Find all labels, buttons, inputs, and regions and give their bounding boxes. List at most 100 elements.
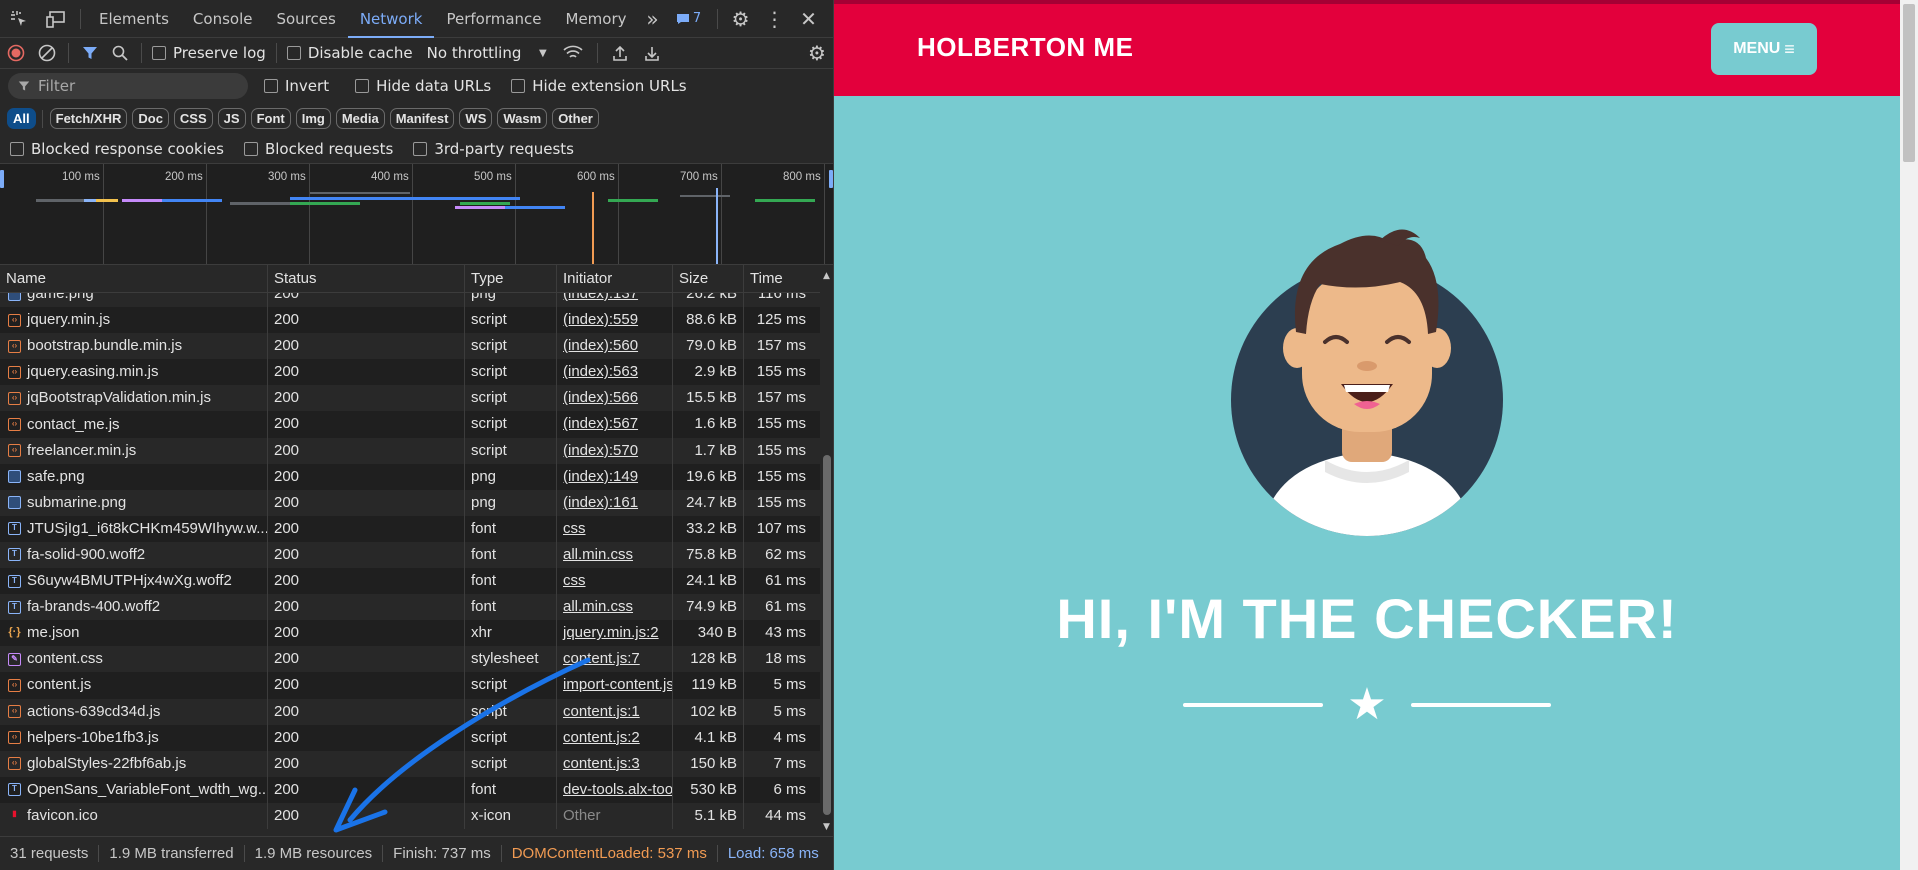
table-row[interactable]: ▮ favicon.ico 200 x-icon Other 5.1 kB 44 ms [0, 802, 820, 829]
table-row[interactable]: safe.png 200 png (index):149 19.6 kB 155 ms [0, 463, 820, 490]
request-name-cell[interactable]: T S6uyw4BMUTPHjx4wXg.woff2 [0, 568, 268, 595]
request-initiator[interactable]: all.min.css [557, 594, 673, 621]
third-party-checkbox[interactable] [413, 141, 428, 156]
request-name-cell[interactable]: ‹› actions-639cd34d.js [0, 698, 268, 725]
blocked-cookies-checkbox[interactable] [10, 141, 24, 156]
request-name-cell[interactable]: ‹› globalStyles-22fbf6ab.js [0, 750, 268, 777]
page-scrollbar[interactable] [1900, 0, 1918, 870]
blocked-requests-checkbox[interactable] [243, 141, 258, 156]
table-row[interactable]: T JTUSjIg1_i6t8kCHKm459WIhyw.w... 200 font c… [0, 515, 820, 542]
clear-icon[interactable] [32, 38, 62, 68]
filter-input[interactable]: Filter [8, 73, 248, 99]
table-row[interactable]: Tfa-solid-900.woff2 200 font all.min.css 75.… [0, 541, 820, 569]
table-row[interactable]: ‹› jquery.easing.min.js 200 script (index):5… [0, 359, 820, 386]
device-toolbar-icon[interactable] [38, 0, 74, 38]
table-row[interactable]: ‹› jquery.min.js 200 script (index):559 88.6 … [0, 307, 820, 334]
inspect-element-icon[interactable] [0, 0, 38, 38]
request-initiator[interactable]: css [557, 568, 673, 595]
type-filter-js[interactable]: JS [217, 108, 246, 129]
request-name-cell[interactable]: ‹› jqBootstrapValidation.min.js [0, 385, 268, 412]
type-filter-fetch-xhr[interactable]: Fetch/XHR [49, 108, 128, 129]
tab-network[interactable]: Network [347, 0, 435, 38]
request-name-cell[interactable]: ‹› bootstrap.bundle.min.js [0, 333, 268, 360]
request-name-cell[interactable]: ‹› content.js [0, 672, 268, 699]
column-header-type[interactable]: Type [465, 265, 557, 292]
column-header-size[interactable]: Size [673, 265, 744, 292]
request-name-cell[interactable]: ‹› contact_me.js [0, 411, 268, 438]
table-row[interactable]: T OpenSans_VariableFont_wdth_wg... 200 font… [0, 776, 820, 803]
settings-gear-icon[interactable]: ⚙ [724, 0, 758, 38]
type-filter-ws[interactable]: WS [459, 108, 493, 129]
request-name-cell[interactable]: ‹› helpers-10be1fb3.js [0, 724, 268, 751]
disable-cache-checkbox[interactable] [286, 46, 301, 60]
invert-checkbox[interactable] [264, 79, 278, 93]
request-name-cell[interactable]: ‹› jquery.min.js [0, 307, 268, 334]
network-settings-gear-icon[interactable]: ⚙ [800, 38, 833, 68]
preserve-log-checkbox[interactable] [152, 46, 166, 60]
request-name-cell[interactable]: Tfa-brands-400.woff2 [0, 594, 268, 621]
column-header-initiator[interactable]: Initiator [557, 265, 673, 292]
request-initiator[interactable]: (index):161 [557, 489, 673, 516]
tab-memory[interactable]: Memory [554, 0, 639, 38]
table-row[interactable]: ‹› bootstrap.bundle.min.js 200 script (index… [0, 333, 820, 360]
table-row[interactable]: ‹› freelancer.min.js 200 script (index):570 1… [0, 437, 820, 464]
type-filter-wasm[interactable]: Wasm [497, 108, 548, 129]
request-name-cell[interactable]: T JTUSjIg1_i6t8kCHKm459WIhyw.w... [0, 515, 268, 542]
more-tabs-icon[interactable]: » [639, 0, 667, 38]
table-row[interactable]: Tfa-brands-400.woff2 200 font all.min.css 74… [0, 594, 820, 621]
request-initiator[interactable]: (index):567 [557, 411, 673, 438]
table-row[interactable]: game.png 200 png (index):137 26.2 kB 116 ms [0, 293, 820, 308]
scroll-up-arrow-icon[interactable]: ▲ [823, 271, 830, 281]
table-row[interactable]: {·} me.json 200 xhr jquery.min.js:2 340 B 43 m… [0, 620, 820, 647]
menu-button[interactable]: MENU ≡ [1711, 23, 1817, 75]
type-filter-other[interactable]: Other [552, 108, 599, 129]
request-initiator[interactable]: (index):566 [557, 385, 673, 412]
table-row[interactable]: ‹› actions-639cd34d.js 200 script content.js… [0, 698, 820, 725]
table-row[interactable]: ‹› contact_me.js 200 script (index):567 1.6 k… [0, 411, 820, 438]
column-header-name[interactable]: Name [0, 265, 268, 292]
request-name-cell[interactable]: {·} me.json [0, 620, 268, 647]
request-initiator[interactable]: all.min.css [557, 541, 673, 569]
request-initiator[interactable]: jquery.min.js:2 [557, 620, 673, 647]
site-brand[interactable]: HOLBERTON ME [917, 32, 1133, 63]
request-initiator[interactable]: (index):563 [557, 359, 673, 386]
request-name-cell[interactable]: ‹› jquery.easing.min.js [0, 359, 268, 386]
table-row[interactable]: submarine.png 200 png (index):161 24.7 kB 155… [0, 489, 820, 516]
import-har-icon[interactable] [604, 38, 636, 68]
type-filter-manifest[interactable]: Manifest [389, 108, 455, 129]
timeline-right-handle[interactable] [829, 170, 833, 188]
table-row[interactable]: ‹› jqBootstrapValidation.min.js 200 script(… [0, 385, 820, 412]
request-initiator[interactable]: (index):137 [557, 293, 673, 308]
tab-console[interactable]: Console [181, 0, 265, 38]
type-filter-font[interactable]: Font [250, 108, 291, 129]
search-icon[interactable] [105, 38, 135, 68]
page-scrollbar-thumb[interactable] [1903, 4, 1915, 162]
type-filter-media[interactable]: Media [335, 108, 385, 129]
tab-performance[interactable]: Performance [434, 0, 553, 38]
throttling-select[interactable]: No throttling ▼ [427, 44, 547, 62]
request-initiator[interactable]: content.js:2 [557, 724, 673, 751]
request-name-cell[interactable]: safe.png [0, 463, 268, 490]
request-name-cell[interactable]: Tfa-solid-900.woff2 [0, 541, 268, 569]
table-row[interactable]: ✎ content.css 200 stylesheet content.js:7 128… [0, 646, 820, 673]
record-icon[interactable] [0, 38, 32, 68]
tab-elements[interactable]: Elements [87, 0, 181, 38]
request-name-cell[interactable]: ✎ content.css [0, 646, 268, 673]
type-filter-all[interactable]: All [7, 108, 36, 129]
request-name-cell[interactable]: game.png [0, 293, 268, 308]
request-name-cell[interactable]: ▮ favicon.ico [0, 802, 268, 829]
request-name-cell[interactable]: T OpenSans_VariableFont_wdth_wg... [0, 776, 268, 803]
request-initiator[interactable]: (index):559 [557, 307, 673, 334]
scroll-down-arrow-icon[interactable]: ▼ [823, 822, 830, 832]
table-row[interactable]: ‹› helpers-10be1fb3.js 200 script content.js… [0, 724, 820, 751]
request-initiator[interactable]: css [557, 515, 673, 542]
kebab-menu-icon[interactable]: ⋮ [758, 0, 792, 38]
type-filter-css[interactable]: CSS [173, 108, 213, 129]
request-name-cell[interactable]: submarine.png [0, 489, 268, 516]
table-row[interactable]: ‹› globalStyles-22fbf6ab.js 200 script conte… [0, 750, 820, 777]
column-header-status[interactable]: Status [268, 265, 465, 292]
request-initiator[interactable]: dev-tools.alx-too [557, 776, 673, 803]
request-name-cell[interactable]: ‹› freelancer.min.js [0, 437, 268, 464]
request-initiator[interactable]: content.js:7 [557, 646, 673, 673]
table-row[interactable]: ‹› content.js 200 script import-content.js 11… [0, 672, 820, 699]
